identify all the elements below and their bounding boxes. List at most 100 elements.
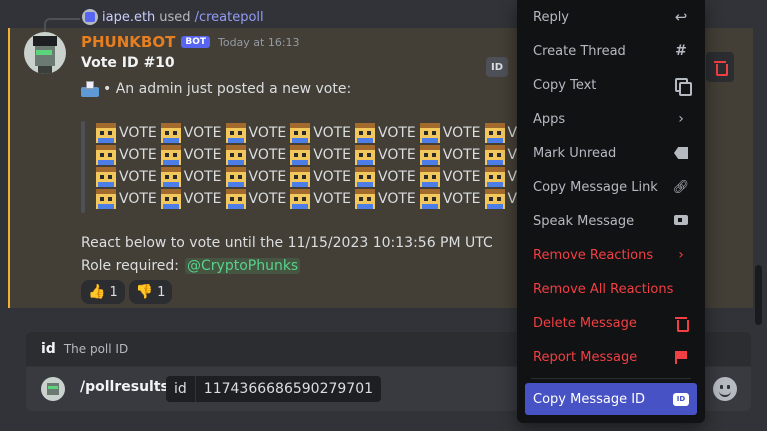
author-name[interactable]: PHUNKBOT: [81, 33, 175, 51]
vote-word: VOTE: [378, 169, 416, 185]
vote-word: VOTE: [442, 169, 481, 185]
phunk-emoji-icon: [484, 123, 505, 143]
phunk-emoji-icon: [484, 189, 505, 209]
vote-item: VOTE: [96, 123, 157, 143]
vote-item: VOTE: [419, 123, 481, 143]
menu-item-copy-message-link[interactable]: Copy Message Link 🔗︎: [525, 170, 697, 204]
menu-item-create-thread[interactable]: Create Thread #: [525, 34, 697, 68]
reply-avatar[interactable]: [82, 9, 98, 25]
vote-item: VOTE: [225, 145, 287, 165]
reply-icon: ↩: [674, 8, 688, 26]
vote-line: VOTEVOTEVOTEVOTEVOTEVOTEVOTE: [96, 188, 521, 210]
menu-item-label: Create Thread: [533, 43, 626, 59]
blockquote-bar: [81, 121, 85, 213]
menu-item-report-message[interactable]: Report Message: [525, 340, 697, 374]
role-required-row: Role required: @CryptoPhunks: [81, 258, 301, 274]
phunk-emoji-icon: [96, 123, 116, 143]
vote-item: VOTE: [484, 145, 521, 165]
vote-item: VOTE: [160, 167, 222, 187]
phunk-emoji-icon: [160, 189, 181, 209]
vote-word: VOTE: [183, 191, 222, 207]
menu-item-mark-unread[interactable]: Mark Unread: [525, 136, 697, 170]
phunk-emoji-icon: [355, 167, 375, 187]
context-menu: Reply ↩ Create Thread # Copy Text Apps › Mark U…: [517, 0, 705, 423]
menu-item-remove-reactions[interactable]: Remove Reactions ›: [525, 238, 697, 272]
menu-item-apps[interactable]: Apps ›: [525, 102, 697, 136]
vote-item: VOTE: [96, 189, 157, 209]
vote-line: VOTEVOTEVOTEVOTEVOTEVOTEVOTE: [96, 144, 521, 166]
menu-item-label: Remove Reactions: [533, 247, 654, 263]
bot-badge: BOT: [181, 36, 210, 48]
phunk-emoji-icon: [419, 189, 440, 209]
avatar[interactable]: [24, 32, 66, 74]
vote-word: VOTE: [378, 147, 416, 163]
menu-item-label: Remove All Reactions: [533, 281, 674, 297]
menu-item-delete-message[interactable]: Delete Message: [525, 306, 697, 340]
reactions: 👍 1 👎 1: [81, 280, 173, 304]
phunk-emoji-icon: [96, 189, 116, 209]
menu-item-speak-message[interactable]: Speak Message: [525, 204, 697, 238]
intro-text: • An admin just posted a new vote:: [103, 81, 352, 97]
vote-word: VOTE: [313, 147, 351, 163]
vote-item: VOTE: [355, 145, 416, 165]
delete-button[interactable]: [706, 52, 734, 82]
phunk-emoji-icon: [419, 145, 440, 165]
vote-item: VOTE: [484, 189, 521, 209]
trash-icon: [673, 315, 689, 332]
speaker-icon: [673, 213, 689, 229]
phunk-emoji-icon: [225, 167, 246, 187]
menu-item-remove-all-reactions[interactable]: Remove All Reactions: [525, 272, 697, 306]
param-name: id: [166, 376, 196, 402]
vote-item: VOTE: [484, 167, 521, 187]
phunk-emoji-icon: [355, 123, 375, 143]
reply-username[interactable]: iape.eth: [102, 10, 155, 25]
react-instructions: React below to vote until the 11/15/2023…: [81, 235, 493, 251]
menu-item-reply[interactable]: Reply ↩: [525, 0, 697, 34]
vote-word: VOTE: [313, 191, 351, 207]
phunk-emoji-icon: [290, 145, 311, 165]
intro-line: • An admin just posted a new vote:: [81, 81, 351, 97]
vote-word: VOTE: [248, 147, 287, 163]
param-value[interactable]: 1174366686590279701: [196, 381, 381, 397]
role-mention[interactable]: @CryptoPhunks: [185, 258, 301, 274]
reply-context[interactable]: iape.eth used /createpoll: [82, 9, 264, 25]
slash-command[interactable]: /pollresults: [80, 379, 169, 395]
phunk-emoji-icon: [96, 167, 116, 187]
phunk-emoji-icon: [484, 167, 505, 187]
vote-item: VOTE: [96, 167, 157, 187]
vote-word: VOTE: [313, 125, 351, 141]
mark-unread-icon: [673, 145, 689, 161]
option-name: id: [41, 341, 56, 357]
vote-item: VOTE: [160, 189, 222, 209]
reaction-thumbs-down[interactable]: 👎 1: [128, 280, 173, 304]
phunk-emoji-icon: [290, 167, 311, 187]
reply-used-text: used: [159, 9, 191, 25]
vote-item: VOTE: [290, 123, 351, 143]
vote-word: VOTE: [442, 125, 481, 141]
reply-spine: [44, 18, 80, 32]
menu-item-label: Mark Unread: [533, 145, 617, 161]
reaction-thumbs-up[interactable]: 👍 1: [81, 280, 125, 304]
menu-item-label: Report Message: [533, 349, 638, 365]
menu-item-copy-message-id[interactable]: Copy Message ID ID: [525, 383, 697, 415]
menu-item-copy-text[interactable]: Copy Text: [525, 68, 697, 102]
scrollbar[interactable]: [755, 265, 762, 325]
vote-line: VOTEVOTEVOTEVOTEVOTEVOTEVOTE: [96, 122, 521, 144]
vote-word: VOTE: [248, 191, 287, 207]
phunk-emoji-icon: [484, 145, 505, 165]
vote-item: VOTE: [96, 145, 157, 165]
vote-word: VOTE: [183, 147, 222, 163]
reply-command[interactable]: /createpoll: [195, 10, 264, 25]
timestamp: Today at 16:13: [217, 35, 300, 49]
phunk-emoji-icon: [355, 145, 375, 165]
command-parameter[interactable]: id 1174366686590279701: [166, 376, 382, 402]
vote-item: VOTE: [160, 123, 222, 143]
vote-item: VOTE: [355, 189, 416, 209]
emoji-picker-icon[interactable]: [713, 377, 737, 401]
phunk-emoji-icon: [96, 145, 116, 165]
vote-word: VOTE: [119, 169, 157, 185]
phunk-emoji-icon: [160, 167, 181, 187]
phunk-emoji-icon: [225, 123, 246, 143]
id-badge-icon[interactable]: ID: [486, 57, 508, 77]
menu-item-label: Reply: [533, 9, 570, 25]
